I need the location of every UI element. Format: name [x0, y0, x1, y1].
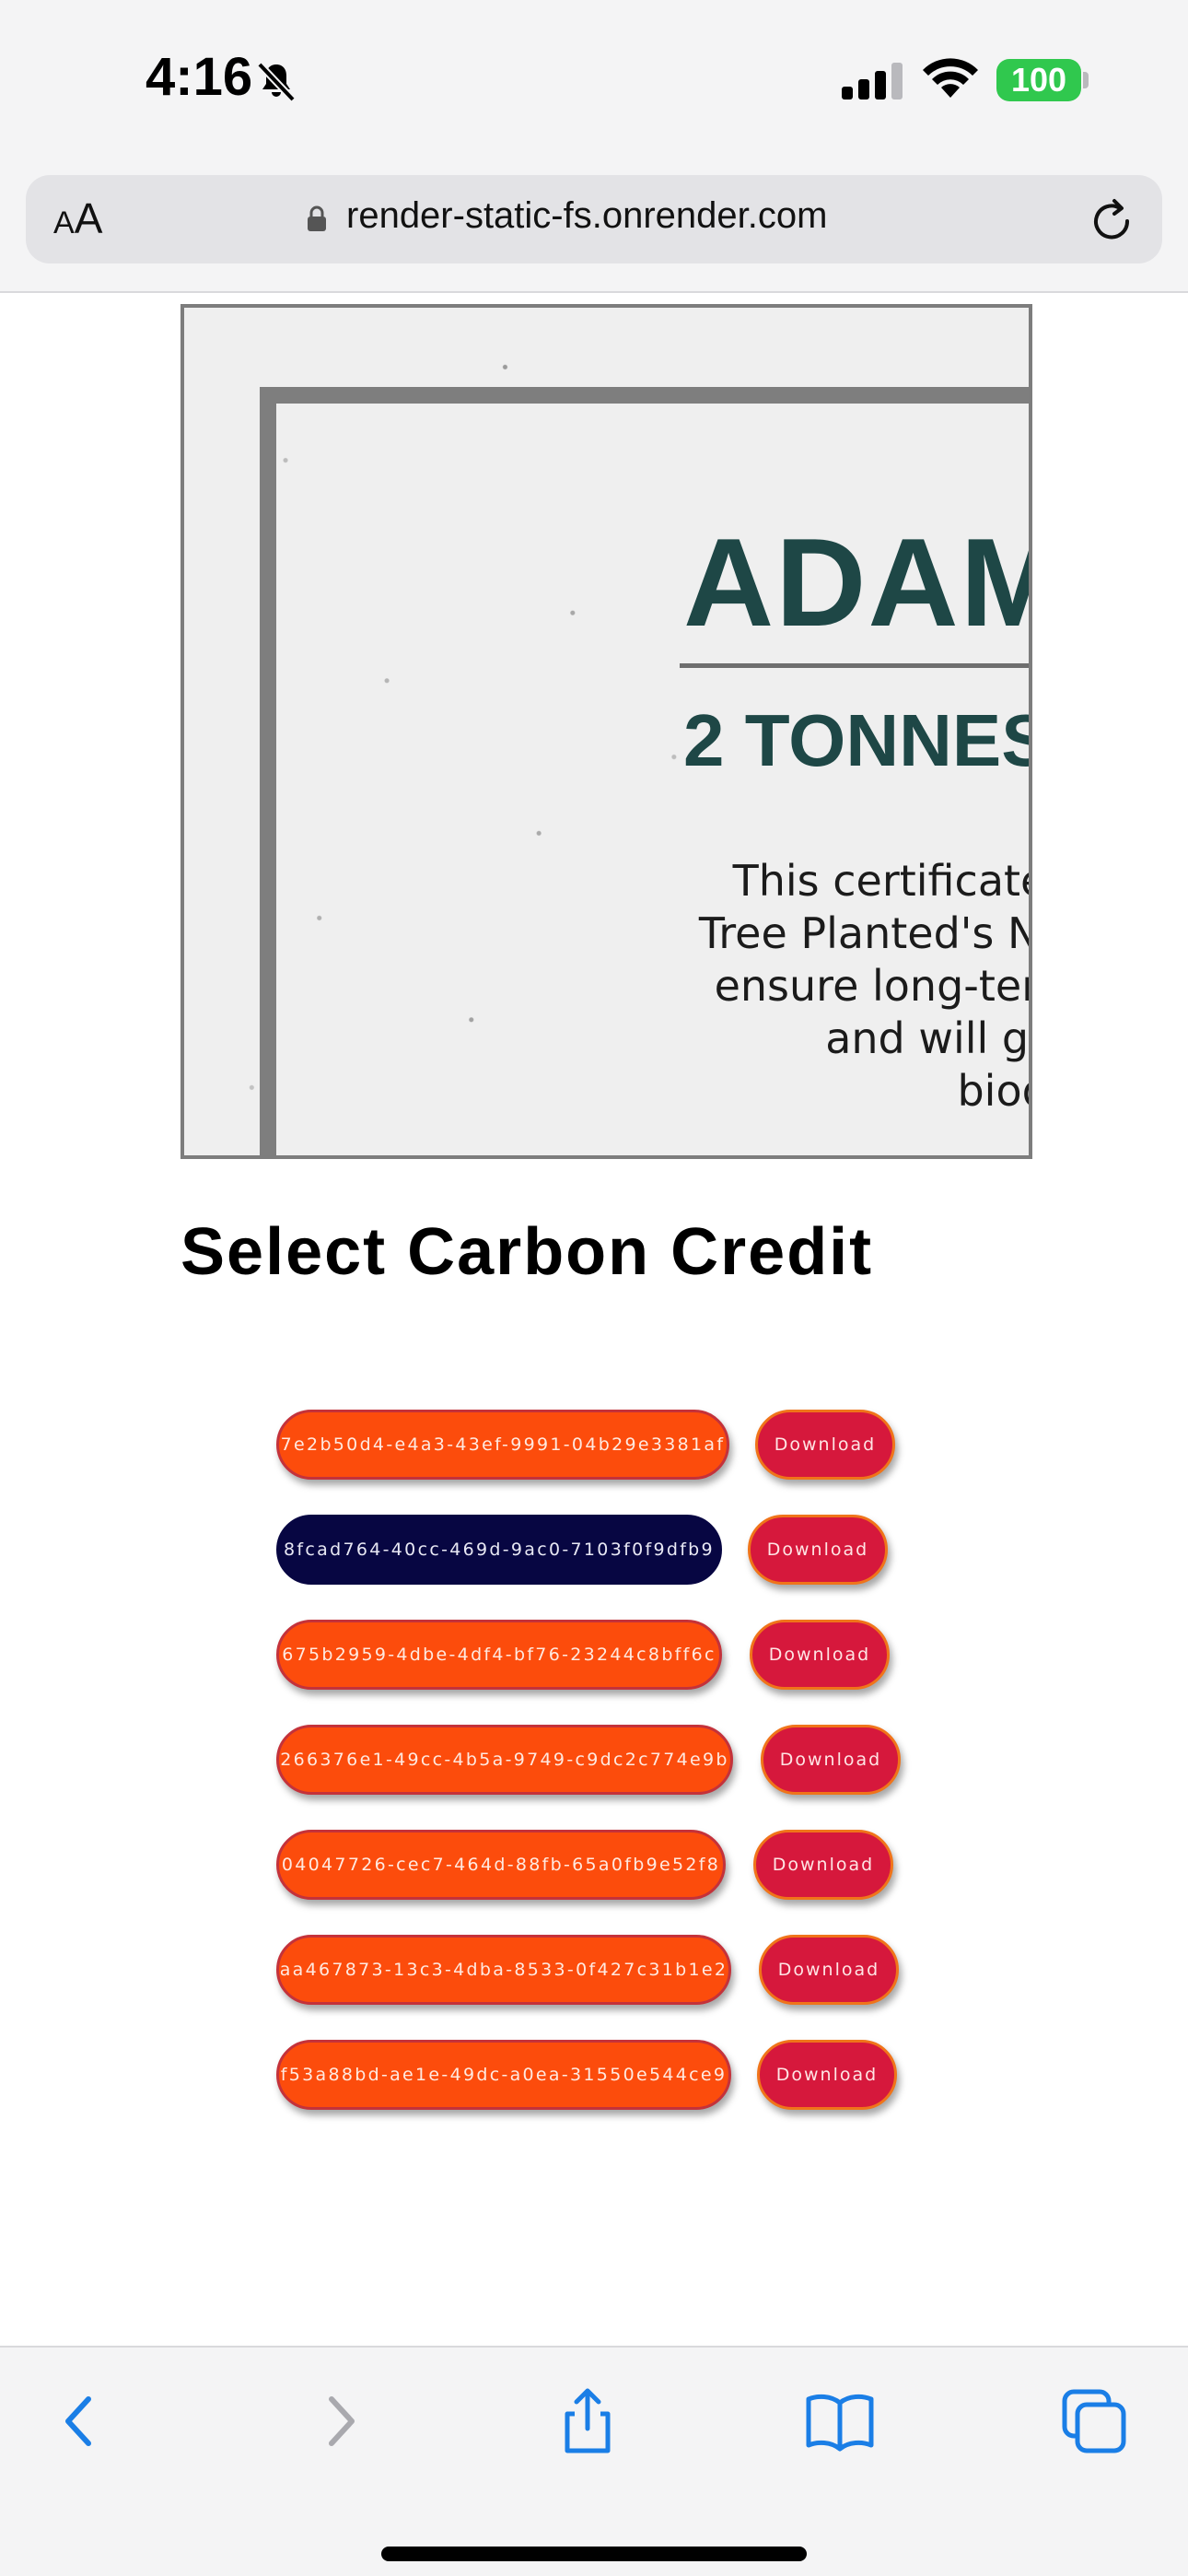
- credit-id-button[interactable]: 675b2959-4dbe-4df4-bf76-23244c8bff6c: [276, 1620, 722, 1690]
- certificate-body-text: This certificate ackr Tree Planted's Nat…: [488, 855, 1032, 1118]
- url-text[interactable]: render-static-fs.onrender.com: [346, 195, 827, 237]
- bookmarks-icon[interactable]: [805, 2386, 875, 2456]
- certificate-recipient-name: ADAM: [683, 512, 1032, 652]
- download-button[interactable]: Download: [761, 1725, 901, 1795]
- battery-cap: [1083, 72, 1089, 88]
- browser-bottom-toolbar: [0, 2346, 1188, 2576]
- battery-level: 100: [1010, 61, 1067, 99]
- back-icon[interactable]: [46, 2386, 116, 2456]
- download-button[interactable]: Download: [748, 1515, 888, 1585]
- certificate-frame-left: [260, 387, 276, 1155]
- certificate-body-line: This certificate ackr: [732, 856, 1032, 906]
- forward-icon[interactable]: [304, 2386, 374, 2456]
- lock-icon: [308, 205, 326, 231]
- credit-id-button[interactable]: 7e2b50d4-e4a3-43ef-9991-04b29e3381af: [276, 1410, 729, 1480]
- certificate-divider: [680, 663, 1029, 668]
- credit-id-button[interactable]: 266376e1-49cc-4b5a-9749-c9dc2c774e9b: [276, 1725, 733, 1795]
- certificate-frame-top: [260, 387, 1029, 404]
- certificate-preview: ADAM 2 TONNES This certificate ackr Tree…: [181, 304, 1032, 1159]
- text-size-button[interactable]: AA: [53, 193, 102, 243]
- credit-id-button[interactable]: f53a88bd-ae1e-49dc-a0ea-31550e544ce9: [276, 2040, 731, 2110]
- cellular-signal-icon: [842, 63, 903, 100]
- certificate-body-line: Tree Planted's Nature: [698, 908, 1029, 958]
- credit-id-button[interactable]: 04047726-cec7-464d-88fb-65a0fb9e52f8: [276, 1830, 726, 1900]
- download-button[interactable]: Download: [753, 1830, 893, 1900]
- download-button[interactable]: Download: [757, 2040, 897, 2110]
- certificate-body-line: ensure long-term for: [714, 961, 1029, 1011]
- credit-id-button[interactable]: aa467873-13c3-4dba-8533-0f427c31b1e2: [276, 1935, 731, 2005]
- battery-icon: 100: [996, 59, 1081, 101]
- home-indicator: [381, 2547, 807, 2561]
- certificate-body-line: and will genera: [825, 1013, 1030, 1063]
- browser-top-chrome: 4:16 100 AA render-static-fs.onrender.co…: [0, 0, 1188, 293]
- tabs-icon[interactable]: [1059, 2386, 1129, 2456]
- text-size-small-a: A: [53, 205, 75, 240]
- address-bar[interactable]: AA render-static-fs.onrender.com: [26, 175, 1162, 263]
- share-icon[interactable]: [553, 2386, 623, 2456]
- download-button[interactable]: Download: [750, 1620, 890, 1690]
- section-title: Select Carbon Credit: [181, 1215, 874, 1289]
- download-button[interactable]: Download: [759, 1935, 899, 2005]
- wifi-icon: [923, 58, 978, 98]
- credit-id-button-selected[interactable]: 8fcad764-40cc-469d-9ac0-7103f0f9dfb9: [276, 1515, 722, 1585]
- reload-icon[interactable]: [1087, 193, 1138, 245]
- download-button[interactable]: Download: [755, 1410, 895, 1480]
- text-size-large-a: A: [74, 194, 103, 242]
- certificate-body-line: biodivers: [957, 1066, 1029, 1116]
- certificate-tonnes: 2 TONNES: [683, 699, 1032, 781]
- bell-slash-icon: [257, 62, 296, 102]
- status-time: 4:16: [146, 47, 253, 107]
